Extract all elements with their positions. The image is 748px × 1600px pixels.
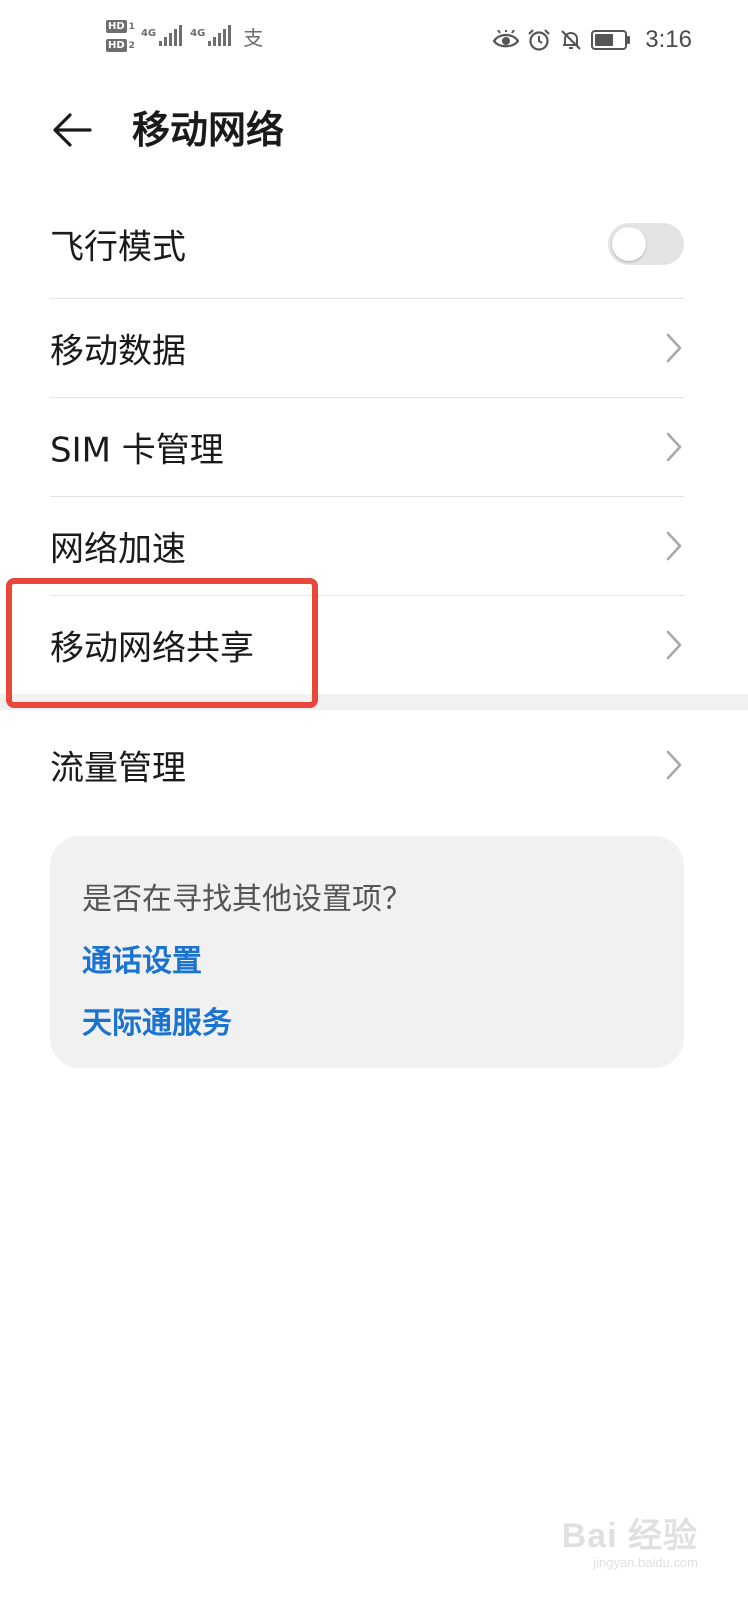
screen: HD 1 HD 2 4G 4G 支 3:16 移动网络 飞行模式 移动数据 SI… bbox=[0, 0, 748, 1600]
hd-1-label: HD bbox=[106, 20, 127, 33]
status-left: HD 1 HD 2 4G 4G 支 bbox=[106, 20, 263, 52]
suggestion-title: 是否在寻找其他设置项？ bbox=[82, 882, 412, 917]
mute-bell-icon bbox=[561, 30, 582, 50]
row-label: SIM 卡管理 bbox=[50, 430, 224, 471]
settings-list: 飞行模式 移动数据 SIM 卡管理 网络加速 移动网络共享 流量管理 bbox=[0, 190, 748, 820]
eye-comfort-icon bbox=[493, 30, 520, 48]
row-label: 飞行模式 bbox=[50, 227, 186, 268]
settings-row-mobile-data[interactable]: 移动数据 bbox=[50, 299, 684, 398]
settings-row-airplane-mode[interactable]: 飞行模式 bbox=[50, 190, 684, 299]
hd-indicators: HD 1 HD 2 bbox=[106, 20, 135, 52]
airplane-mode-toggle[interactable] bbox=[608, 223, 684, 265]
page-title: 移动网络 bbox=[132, 108, 285, 152]
hd-badge-1: HD 1 bbox=[106, 20, 135, 33]
sim1-signal: 4G bbox=[141, 25, 184, 47]
status-bar: HD 1 HD 2 4G 4G 支 3:16 bbox=[0, 0, 748, 84]
sim2-network-type: 4G bbox=[190, 28, 206, 39]
chevron-right-icon bbox=[666, 333, 682, 363]
alarm-icon bbox=[528, 29, 551, 51]
sim2-signal: 4G bbox=[190, 25, 233, 47]
hd-1-number: 1 bbox=[128, 21, 135, 32]
skytone-service-link[interactable]: 天际通服务 bbox=[82, 998, 232, 1042]
hd-badge-2: HD 2 bbox=[106, 39, 135, 52]
battery-icon bbox=[591, 30, 631, 50]
call-settings-link[interactable]: 通话设置 bbox=[82, 936, 202, 980]
settings-row-data-usage[interactable]: 流量管理 bbox=[50, 710, 684, 820]
highlight-annotation bbox=[6, 578, 318, 708]
chevron-right-icon bbox=[666, 630, 682, 660]
watermark-logo: Bai 经验 bbox=[561, 1517, 698, 1555]
watermark-url: jingyan.baidu.com bbox=[593, 1555, 698, 1570]
sim1-network-type: 4G bbox=[140, 28, 157, 39]
signal-icon bbox=[159, 25, 183, 46]
hd-2-number: 2 bbox=[128, 40, 135, 51]
page-header: 移动网络 bbox=[0, 84, 748, 174]
chevron-right-icon bbox=[666, 432, 682, 462]
status-right: 3:16 bbox=[493, 26, 692, 54]
row-label: 流量管理 bbox=[50, 748, 186, 789]
alipay-icon: 支 bbox=[243, 25, 264, 50]
row-label: 网络加速 bbox=[50, 529, 186, 570]
status-time: 3:16 bbox=[645, 26, 692, 53]
hd-2-label: HD bbox=[106, 39, 127, 52]
toggle-knob bbox=[612, 227, 646, 261]
baidu-watermark: Bai 经验 jingyan.baidu.com bbox=[562, 1508, 698, 1570]
chevron-right-icon bbox=[666, 750, 682, 780]
back-button[interactable] bbox=[48, 106, 96, 154]
arrow-left-icon bbox=[53, 113, 92, 147]
signal-icon bbox=[208, 25, 232, 46]
row-label: 移动数据 bbox=[50, 331, 186, 372]
settings-row-sim-management[interactable]: SIM 卡管理 bbox=[50, 398, 684, 497]
suggestion-card: 是否在寻找其他设置项？ 通话设置 天际通服务 bbox=[50, 836, 684, 1068]
chevron-right-icon bbox=[666, 531, 682, 561]
